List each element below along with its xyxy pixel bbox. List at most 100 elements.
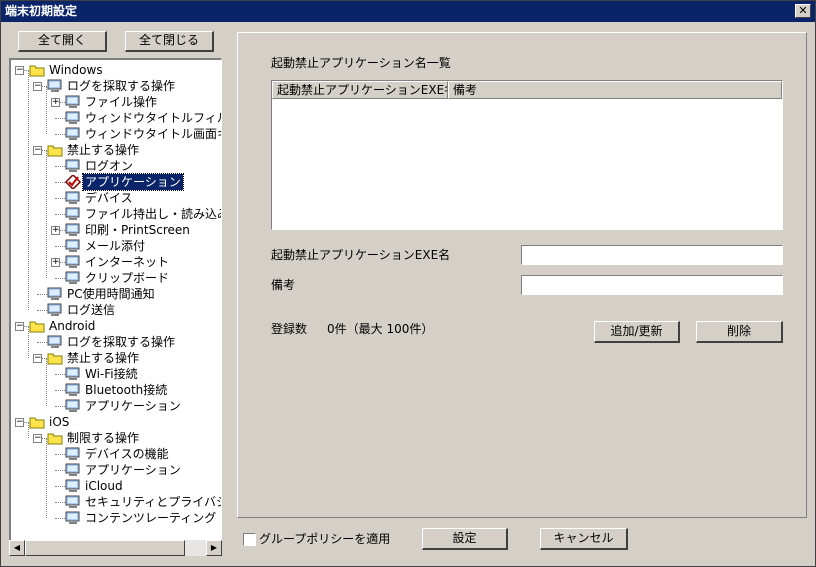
computer-icon	[65, 95, 81, 109]
expand-icon[interactable]: +	[51, 98, 60, 107]
window-title: 端末初期設定	[5, 4, 78, 18]
list-title: 起動禁止アプリケーション名一覧	[271, 56, 451, 70]
expand-icon[interactable]: +	[51, 226, 60, 235]
dialog-window: 端末初期設定 ✕ 全て開く 全て閉じる − Windows − ログを採取する操作 + フ…	[0, 0, 816, 567]
column-header-exe[interactable]: 起動禁止アプリケーションEXE名	[272, 81, 448, 99]
tree-item-label: デバイス	[85, 191, 133, 205]
tree-item-label: 禁止する操作	[67, 351, 140, 365]
collapse-all-button[interactable]: 全て閉じる	[125, 31, 214, 52]
tree-item[interactable]: − 禁止する操作	[11, 350, 221, 366]
computer-icon	[65, 207, 81, 221]
tree-item-label: iCloud	[85, 479, 123, 493]
tree-item[interactable]: + インターネット	[11, 254, 221, 270]
computer-icon	[65, 271, 81, 285]
tree-horizontal-scrollbar[interactable]: ◀ ▶	[9, 540, 222, 556]
folder-icon	[29, 415, 45, 429]
tree-item-label: Wi-Fi接続	[85, 367, 138, 381]
tree-item[interactable]: アプリケーション	[11, 398, 221, 414]
computer-icon	[47, 79, 63, 93]
exe-name-input[interactable]	[521, 245, 783, 265]
computer-icon	[65, 191, 81, 205]
tree-item[interactable]: + 印刷・PrintScreen	[11, 222, 221, 238]
tree-item-label: アプリケーション	[82, 173, 184, 191]
column-header-note[interactable]: 備考	[448, 81, 782, 99]
tree-item-label: インターネット	[85, 255, 170, 269]
collapse-icon[interactable]: −	[33, 434, 42, 443]
tree-item-label: ログオン	[85, 159, 134, 173]
tree-item[interactable]: − ログを採取する操作	[11, 78, 221, 94]
collapse-icon[interactable]: −	[15, 418, 24, 427]
settings-tree[interactable]: −Windows−ログを採取する操作+ファイル操作ウィンドウタイトルフィルタウィ…	[9, 58, 222, 556]
tree-item[interactable]: アプリケーション	[11, 173, 221, 191]
tree-item[interactable]: メール添付	[11, 238, 221, 254]
collapse-icon[interactable]: −	[33, 146, 42, 155]
group-policy-checkbox[interactable]	[243, 533, 256, 546]
tree-item-label: ウィンドウタイトル画面キャ	[85, 127, 221, 141]
tree-item-label: 禁止する操作	[67, 143, 140, 157]
tree-item[interactable]: − Windows	[11, 62, 221, 78]
tree-item[interactable]: セキュリティとプライバシー	[11, 494, 221, 510]
computer-icon	[47, 303, 63, 317]
scroll-left-icon[interactable]: ◀	[9, 540, 25, 556]
tree-item[interactable]: Bluetooth接続	[11, 382, 221, 398]
group-policy-label: グループポリシーを適用	[259, 532, 391, 546]
tree-item[interactable]: アプリケーション	[11, 462, 221, 478]
settings-button[interactable]: 設定	[422, 528, 508, 550]
tree-item-label: PC使用時間通知	[67, 287, 155, 301]
count-value: 0件（最大 100件）	[327, 322, 434, 336]
tree-item-label: コンテンツレーティング	[85, 511, 217, 525]
tree-item[interactable]: − iOS	[11, 414, 221, 430]
scroll-right-icon[interactable]: ▶	[206, 540, 222, 556]
tree-item-label: ログを採取する操作	[67, 335, 176, 349]
tree-item-label: アプリケーション	[85, 399, 181, 413]
expand-all-button[interactable]: 全て開く	[18, 31, 107, 52]
computer-icon	[65, 127, 81, 141]
tree-item[interactable]: − 禁止する操作	[11, 142, 221, 158]
tree-item-label: メール添付	[85, 239, 146, 253]
title-bar: 端末初期設定 ✕	[1, 1, 815, 22]
application-list[interactable]: 起動禁止アプリケーションEXE名 備考	[271, 80, 783, 230]
scroll-thumb[interactable]	[25, 540, 185, 556]
tree-item[interactable]: Wi-Fi接続	[11, 366, 221, 382]
tree-item[interactable]: − Android	[11, 318, 221, 334]
tree-item[interactable]: PC使用時間通知	[11, 286, 221, 302]
expand-icon[interactable]: +	[51, 258, 60, 267]
tree-item[interactable]: − 制限する操作	[11, 430, 221, 446]
folder-icon	[47, 351, 63, 365]
collapse-icon[interactable]: −	[15, 66, 24, 75]
tree-item[interactable]: ログオン	[11, 158, 221, 174]
computer-icon	[65, 159, 81, 173]
computer-icon	[65, 463, 81, 477]
computer-icon	[65, 399, 81, 413]
computer-icon	[65, 479, 81, 493]
tree-item[interactable]: ウィンドウタイトル画面キャ	[11, 126, 221, 142]
tree-item[interactable]: ウィンドウタイトルフィルタ	[11, 110, 221, 126]
tree-item[interactable]: ファイル持出し・読み込み	[11, 206, 221, 222]
tree-item[interactable]: クリップボード	[11, 270, 221, 286]
computer-icon	[65, 223, 81, 237]
tree-item[interactable]: デバイス	[11, 190, 221, 206]
collapse-icon[interactable]: −	[15, 322, 24, 331]
tree-item[interactable]: + ファイル操作	[11, 94, 221, 110]
tree-item[interactable]: iCloud	[11, 478, 221, 494]
computer-icon	[65, 255, 81, 269]
note-label: 備考	[271, 278, 296, 292]
collapse-icon[interactable]: −	[33, 354, 42, 363]
computer-icon	[65, 383, 81, 397]
tree-item-label: Windows	[49, 63, 103, 77]
cancel-button[interactable]: キャンセル	[540, 528, 628, 550]
delete-button[interactable]: 削除	[696, 321, 783, 343]
tree-item[interactable]: コンテンツレーティング	[11, 510, 221, 526]
tree-item[interactable]: ログ送信	[11, 302, 221, 318]
tree-item-label: ログ送信	[67, 303, 116, 317]
tree-item[interactable]: ログを採取する操作	[11, 334, 221, 350]
note-input[interactable]	[521, 275, 783, 295]
add-update-button[interactable]: 追加/更新	[594, 321, 680, 343]
tree-item[interactable]: デバイスの機能	[11, 446, 221, 462]
computer-icon	[47, 287, 63, 301]
computer-icon	[65, 111, 81, 125]
collapse-icon[interactable]: −	[33, 82, 42, 91]
close-button[interactable]: ✕	[795, 4, 811, 18]
computer-icon	[65, 447, 81, 461]
folder-icon	[29, 63, 45, 77]
